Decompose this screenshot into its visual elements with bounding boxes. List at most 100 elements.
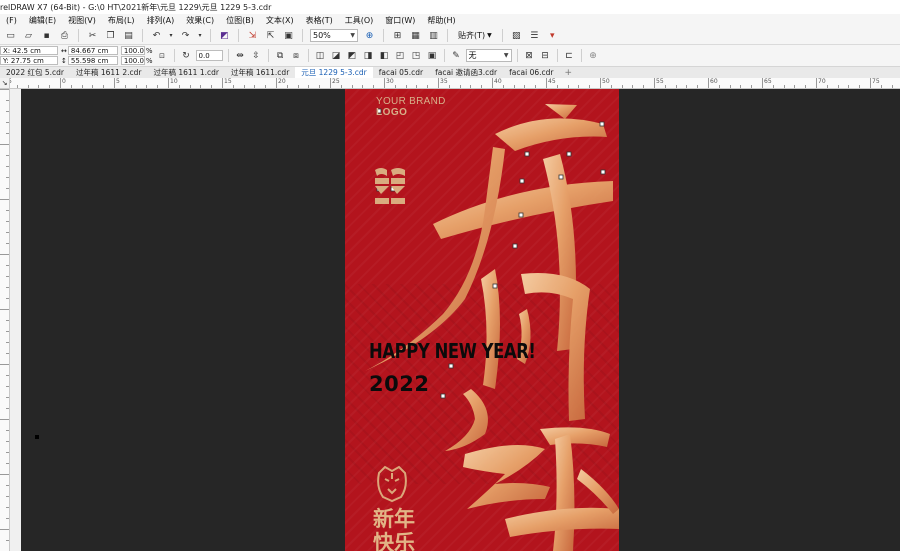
ruler-origin[interactable]: ↘ (0, 78, 10, 89)
export-icon[interactable]: ⇱ (264, 29, 277, 42)
menu-table[interactable]: 表格(T) (300, 14, 339, 27)
number-22-graphic[interactable] (373, 166, 407, 210)
document-tab[interactable]: facai 05.cdr (373, 67, 429, 78)
menu-edit[interactable]: 编辑(E) (23, 14, 62, 27)
full-screen-preview-icon[interactable]: ⊕ (363, 29, 376, 42)
print-icon[interactable]: ⎙ (58, 29, 71, 42)
height-field[interactable]: 55.598 cm (67, 56, 118, 65)
rotation-field[interactable]: 0.0 (195, 50, 223, 61)
front-minus-back-icon[interactable]: ◰ (394, 49, 407, 62)
show-guidelines-icon[interactable]: ▥ (427, 29, 440, 42)
scale-height-field[interactable]: 100.0 (120, 56, 145, 65)
vertical-ruler[interactable] (0, 89, 10, 551)
undo-icon[interactable]: ↶ (150, 29, 163, 42)
new-year-chinese-text[interactable]: 新年快乐 (373, 507, 423, 551)
wrap-text-icon[interactable]: ⊠ (523, 49, 536, 62)
show-grid-icon[interactable]: ▦ (409, 29, 422, 42)
weld-icon[interactable]: ◪ (330, 49, 343, 62)
lock-ratio-icon[interactable]: ⊡ (156, 49, 169, 62)
menu-effects[interactable]: 效果(C) (180, 14, 220, 27)
redo-icon[interactable]: ↷ (179, 29, 192, 42)
add-icon[interactable]: ⊕ (587, 49, 600, 62)
menu-layout[interactable]: 布局(L) (102, 14, 141, 27)
add-tab-icon[interactable]: + (559, 68, 577, 78)
menu-view[interactable]: 视图(V) (62, 14, 102, 27)
brand-logo[interactable]: YOUR BRAND LOGO (376, 96, 446, 118)
outline-width-select[interactable]: 无 ▼ (465, 49, 512, 62)
x-position-field[interactable]: X: 42.5 cm (0, 46, 58, 55)
document-tab[interactable]: 过年稿 1611 1.cdr (147, 67, 224, 78)
ungroup-icon[interactable]: ⧈ (290, 49, 303, 62)
poster-page[interactable]: YOUR BRAND LOGO HAPPY NEW YEAR! 2022 新年快… (345, 89, 619, 551)
toolbar-separator (447, 29, 448, 42)
welcome-screen-icon[interactable]: ▨ (510, 29, 523, 42)
ruler-tick (664, 85, 666, 88)
chevron-down-icon: ▼ (487, 32, 492, 39)
ruler-tick (805, 85, 807, 88)
page-selection-handle[interactable] (35, 435, 39, 439)
ruler-tick-label: 10 (170, 78, 178, 85)
menu-text[interactable]: 文本(X) (260, 14, 300, 27)
ruler-tick (6, 375, 9, 376)
save-icon[interactable]: ▪ (40, 29, 53, 42)
menu-tools[interactable]: 工具(O) (339, 14, 380, 27)
document-tab[interactable]: facai 邀请函3.cdr (429, 67, 503, 78)
scale-width-field[interactable]: 100.0 (120, 46, 145, 55)
document-tab[interactable]: facai 06.cdr (503, 67, 559, 78)
ruler-tick (6, 133, 9, 134)
publish-pdf-icon[interactable]: ▣ (282, 29, 295, 42)
redo-dropdown-icon[interactable]: ▾ (197, 29, 203, 42)
ruler-tick (6, 540, 9, 541)
ruler-tick (6, 177, 9, 178)
mirror-horizontal-icon[interactable]: ⇹ (234, 49, 247, 62)
menu-window[interactable]: 窗口(W) (379, 14, 421, 27)
boundary-icon[interactable]: ▣ (426, 49, 439, 62)
year-text[interactable]: 2022 (369, 372, 429, 396)
document-tab[interactable]: 过年稿 1611.cdr (225, 67, 295, 78)
toolbar-separator (267, 49, 269, 62)
open-folder-icon[interactable]: ▱ (22, 29, 35, 42)
toolbar-separator (210, 29, 211, 42)
ruler-tick (6, 485, 9, 486)
document-tab[interactable]: 2022 红包 5.cdr (0, 67, 70, 78)
menu-bitmaps[interactable]: 位图(B) (220, 14, 260, 27)
show-rulers-icon[interactable]: ⊞ (391, 29, 404, 42)
group-icon[interactable]: ⧉ (274, 49, 287, 62)
document-tab[interactable]: 过年稿 1611 2.cdr (70, 67, 147, 78)
happy-new-year-text[interactable]: HAPPY NEW YEAR! (369, 339, 536, 363)
ruler-tick (6, 463, 9, 464)
y-position-field[interactable]: Y: 27.75 cm (0, 56, 58, 65)
ruler-tick (373, 85, 375, 88)
cut-icon[interactable]: ✂ (86, 29, 99, 42)
application-launcher-icon[interactable]: ▾ (546, 29, 559, 42)
zoom-level-select[interactable]: 50% ▼ (310, 29, 358, 42)
ruler-tick (0, 89, 9, 90)
menu-file[interactable]: (F) (0, 14, 23, 27)
ruler-tick (762, 78, 763, 88)
paste-icon[interactable]: ▤ (122, 29, 135, 42)
mirror-vertical-icon[interactable]: ⇳ (250, 49, 263, 62)
horizontal-ruler[interactable]: 505101520253035404550556065707580 (10, 78, 900, 89)
width-field[interactable]: 84.667 cm (67, 46, 118, 55)
snap-to-button[interactable]: 贴齐(T) ▼ (455, 30, 495, 41)
back-minus-front-icon[interactable]: ◳ (410, 49, 423, 62)
import-icon[interactable]: ⇲ (246, 29, 259, 42)
ruler-tick (384, 78, 385, 88)
ruler-tick (0, 254, 9, 255)
document-tab-active[interactable]: 元旦 1229 5-3.cdr (295, 67, 373, 78)
options-icon[interactable]: ☰ (528, 29, 541, 42)
trim-icon[interactable]: ◩ (346, 49, 359, 62)
copy-icon[interactable]: ❐ (104, 29, 117, 42)
combine-icon[interactable]: ◫ (314, 49, 327, 62)
quick-customize-icon[interactable]: ⊟ (539, 49, 552, 62)
drawing-canvas[interactable]: YOUR BRAND LOGO HAPPY NEW YEAR! 2022 新年快… (21, 89, 900, 551)
menu-arrange[interactable]: 排列(A) (141, 14, 181, 27)
tiger-head-icon[interactable] (375, 465, 409, 503)
intersect-icon[interactable]: ◨ (362, 49, 375, 62)
align-distribute-icon[interactable]: ⊏ (563, 49, 576, 62)
simplify-icon[interactable]: ◧ (378, 49, 391, 62)
corel-connect-icon[interactable]: ◩ (218, 29, 231, 42)
undo-dropdown-icon[interactable]: ▾ (168, 29, 174, 42)
menu-help[interactable]: 帮助(H) (421, 14, 461, 27)
new-document-icon[interactable]: ▭ (4, 29, 17, 42)
